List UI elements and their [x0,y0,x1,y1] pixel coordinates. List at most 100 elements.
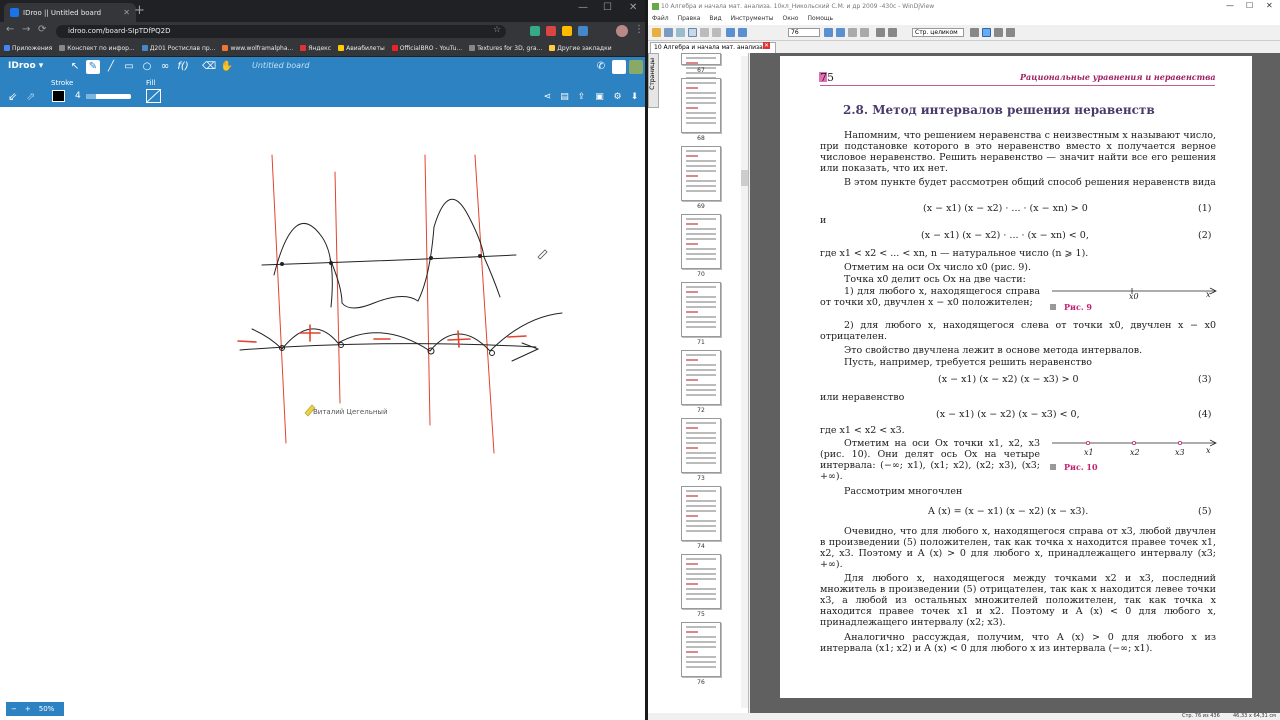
bookmark-item[interactable]: Textures for 3D, gra... [469,45,542,52]
bookmark-item[interactable]: Конспект по инфор... [59,45,135,52]
forward-icon[interactable] [860,28,869,37]
menu-file[interactable]: Файл [652,15,669,25]
extension-icon[interactable] [530,26,540,36]
bookmark-item[interactable]: Авиабилеты [338,45,385,52]
page-thumbnail[interactable] [681,554,721,609]
stroke-size-slider[interactable] [86,94,131,99]
zoom-out-button[interactable]: − [11,705,17,713]
close-icon[interactable]: ✕ [123,8,130,17]
layout-icon[interactable] [994,28,1003,37]
app-icon [652,3,659,10]
idroo-logo[interactable]: IDroo ▾ [8,61,43,71]
formula-tool-icon[interactable]: f() [176,60,190,74]
find-icon[interactable] [676,28,685,37]
next-page-icon[interactable] [824,28,833,37]
zoom-out-icon[interactable] [888,28,897,37]
collapse-arrow-icon[interactable]: ⇙ [8,90,17,103]
extension-icon[interactable] [578,26,588,36]
rotate-icon[interactable] [970,28,979,37]
minimize-button[interactable]: — [578,2,588,13]
menu-edit[interactable]: Правка [678,15,701,25]
ellipse-tool-icon[interactable]: ○ [140,60,154,74]
page-thumbnail[interactable] [681,146,721,201]
page-thumbnail[interactable] [681,622,721,677]
maximize-button[interactable]: ☐ [1246,1,1253,10]
extension-icon[interactable] [546,26,556,36]
select-icon[interactable] [700,28,709,37]
zoom-in-icon[interactable] [876,28,885,37]
select-tool-icon[interactable]: ↖ [68,60,82,74]
prev-page-icon[interactable] [738,28,747,37]
bookmark-folder[interactable]: Другие закладки [549,45,612,52]
stroke-color-swatch[interactable] [52,90,65,102]
open-icon[interactable] [652,28,661,37]
rectangle-tool-icon[interactable]: ▭ [122,60,136,74]
bookmark-item[interactable]: Яндекс [300,45,331,52]
phone-icon[interactable]: ✆ [594,60,608,74]
bookmark-apps[interactable]: Приложения [4,45,52,52]
back-icon[interactable]: ← [6,24,14,35]
pages-panel-tab[interactable]: Страницы [648,53,659,108]
zoom-in-button[interactable]: + [25,705,31,713]
reload-icon[interactable]: ⟳ [38,24,46,35]
avatar[interactable] [616,25,628,37]
expand-arrow-icon[interactable]: ⇗ [26,90,35,103]
user-avatar-icon[interactable] [629,60,643,74]
paragraph: Очевидно, что для любого x, находящегося… [820,526,1216,570]
page-thumbnail[interactable] [681,214,721,269]
page-number-input[interactable]: 76 [788,28,820,37]
menu-tools[interactable]: Инструменты [731,15,774,25]
share-icon[interactable]: ⋖ [542,92,553,103]
menu-view[interactable]: Вид [709,15,721,25]
maximize-button[interactable]: ☐ [603,2,612,13]
download-icon[interactable]: ⬇ [629,92,640,103]
image-icon[interactable]: ▣ [594,92,605,103]
new-tab-button[interactable]: + [134,4,145,18]
board-title[interactable]: Untitled board [252,61,309,70]
close-window-button[interactable]: ✕ [629,2,637,13]
bookmark-item[interactable]: Д201 Ростислав пр... [141,45,215,52]
text-tool-icon[interactable]: ∞ [158,60,172,74]
hand-icon[interactable]: ✋ [220,60,234,74]
first-page-icon[interactable] [726,28,735,37]
page-status: Стр. 76 из 436 [1182,713,1220,719]
hand-icon[interactable] [688,28,697,37]
user-avatar-icon[interactable] [612,60,626,74]
page-thumbnail[interactable] [681,282,721,337]
extension-icon[interactable] [562,26,572,36]
bookmark-item[interactable]: www.wolframalpha... [222,45,293,52]
bookmark-item[interactable]: OfficialBRO - YouTu... [391,45,462,52]
page-thumbnail[interactable] [681,418,721,473]
thumbnail-scrollbar[interactable] [741,56,748,708]
layout-icon[interactable] [982,28,991,37]
eraser-icon[interactable]: ⌫ [202,60,216,74]
close-tab-icon[interactable]: ✕ [763,42,770,49]
menu-help[interactable]: Помощь [807,15,833,25]
minimize-button[interactable]: — [1226,1,1234,10]
menu-window[interactable]: Окно [783,15,799,25]
scrollbar-thumb[interactable] [741,170,748,186]
page-thumbnail[interactable] [681,350,721,405]
page-thumbnail[interactable] [681,53,721,99]
back-icon[interactable] [848,28,857,37]
document-tab[interactable]: 10 Алгебра и начала мат. анализа ... [650,42,776,53]
forward-icon[interactable]: → [22,24,30,35]
browser-tab[interactable]: IDroo || Untitled board ✕ [4,3,136,22]
pen-tool-icon[interactable]: ✎ [86,60,100,74]
menu-icon[interactable]: ⋮ [634,24,644,35]
star-icon[interactable]: ☆ [493,25,501,35]
page-thumbnail[interactable] [681,486,721,541]
upload-icon[interactable]: ⇪ [576,92,587,103]
gear-icon[interactable]: ⚙ [612,92,623,103]
line-tool-icon[interactable]: ╱ [104,60,118,74]
print-icon[interactable] [664,28,673,37]
close-window-button[interactable]: ✕ [1266,1,1273,10]
fill-color-swatch[interactable] [146,89,161,103]
chat-icon[interactable]: ▤ [559,92,570,103]
zoom-rect-icon[interactable] [712,28,721,37]
last-page-icon[interactable] [836,28,845,37]
zoom-select[interactable]: Стр. целиком [912,28,964,37]
layout-icon[interactable] [1006,28,1015,37]
address-bar[interactable]: idroo.com/board-SIpTDfPQ2D [56,25,506,38]
page-thumbnail[interactable] [681,78,721,133]
